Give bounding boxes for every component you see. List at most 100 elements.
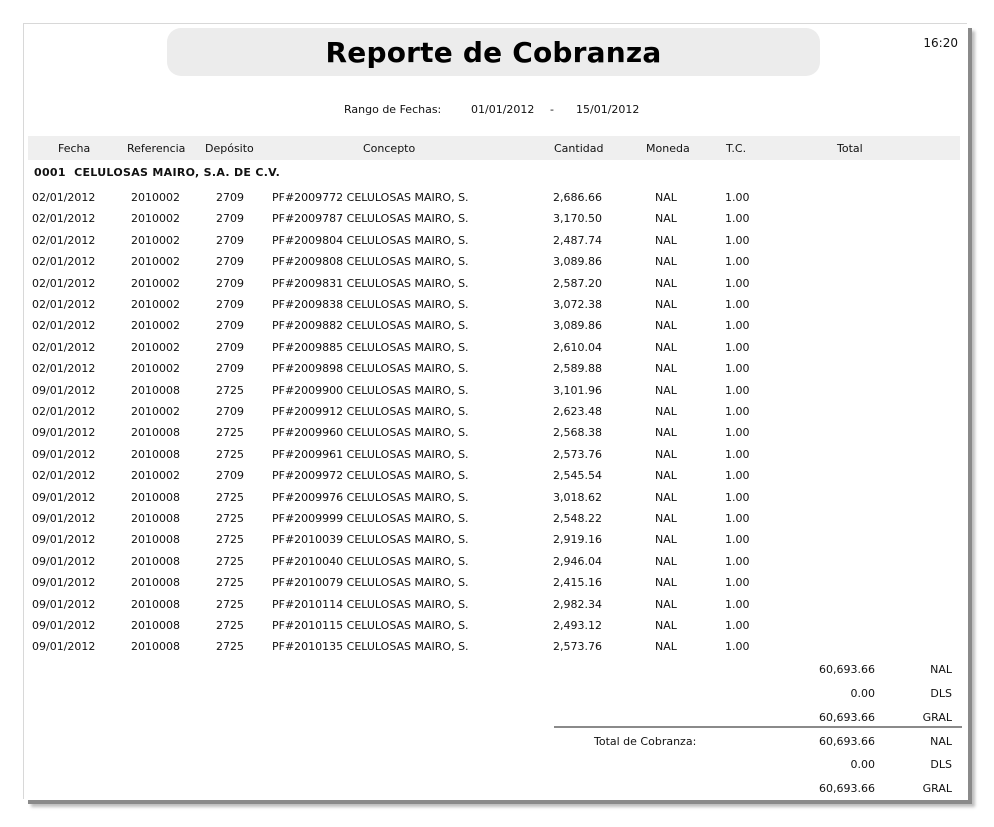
group-total-dls-currency: DLS [930, 687, 952, 700]
header-total: Total [837, 142, 863, 155]
cell-concepto: PF#2009900 CELULOSAS MAIRO, S. [272, 383, 469, 397]
cell-concepto: PF#2009961 CELULOSAS MAIRO, S. [272, 447, 469, 461]
cell-fecha: 02/01/2012 [32, 405, 96, 418]
cell-cantidad: 3,170.50 [553, 212, 602, 226]
cell-fecha: 09/01/2012 [32, 597, 96, 611]
header-deposito: Depósito [205, 142, 254, 155]
cell-moneda: NAL [655, 447, 677, 461]
cell-deposito: 2709 [216, 233, 244, 247]
cell-tc: 1.00 [725, 276, 750, 290]
cell-cantidad: 2,686.66 [553, 191, 602, 204]
cell-moneda: NAL [655, 512, 677, 525]
cell-cantidad: 2,610.04 [553, 340, 602, 354]
cell-referencia: 2010002 [131, 298, 180, 311]
cell-referencia: 2010002 [131, 340, 180, 354]
cell-fecha: 02/01/2012 [32, 233, 96, 247]
cell-referencia: 2010002 [131, 276, 180, 290]
cell-referencia: 2010008 [131, 490, 180, 504]
cell-moneda: NAL [655, 212, 677, 226]
cell-concepto: PF#2010135 CELULOSAS MAIRO, S. [272, 640, 469, 654]
cell-fecha: 09/01/2012 [32, 554, 96, 568]
cell-cantidad: 2,415.16 [553, 576, 602, 590]
cell-tc: 1.00 [725, 533, 750, 547]
cell-referencia: 2010002 [131, 233, 180, 247]
cell-moneda: NAL [655, 490, 677, 504]
table-row: 02/01/2012 2010002 2709 PF#2009912 CELULOSA… [24, 401, 968, 422]
cell-moneda: NAL [655, 298, 677, 311]
cell-concepto: PF#2009831 CELULOSAS MAIRO, S. [272, 276, 469, 290]
cell-deposito: 2709 [216, 212, 244, 226]
cell-concepto: PF#2009972 CELULOSAS MAIRO, S. [272, 469, 469, 483]
table-row: 09/01/2012 2010008 2725 PF#2010115 CELULOSA… [24, 615, 968, 636]
table-row: 09/01/2012 2010008 2725 PF#2009961 CELULOSA… [24, 444, 968, 465]
cell-deposito: 2725 [216, 490, 244, 504]
date-range-from: 01/01/2012 [471, 103, 535, 116]
cell-deposito: 2709 [216, 469, 244, 483]
cell-cantidad: 2,568.38 [553, 426, 602, 440]
cell-tc: 1.00 [725, 512, 750, 525]
cell-cantidad: 2,493.12 [553, 619, 602, 632]
cell-deposito: 2725 [216, 640, 244, 654]
cell-fecha: 02/01/2012 [32, 469, 96, 483]
cell-fecha: 02/01/2012 [32, 319, 96, 333]
cell-moneda: NAL [655, 255, 677, 269]
group-code: 0001 [34, 166, 66, 179]
cell-tc: 1.00 [725, 426, 750, 440]
grand-total-dls-currency: DLS [930, 758, 952, 771]
table-row: 09/01/2012 2010008 2725 PF#2009960 CELULOSA… [24, 422, 968, 443]
cell-referencia: 2010002 [131, 255, 180, 269]
cell-referencia: 2010008 [131, 533, 180, 547]
cell-deposito: 2725 [216, 447, 244, 461]
cell-referencia: 2010002 [131, 362, 180, 376]
cell-moneda: NAL [655, 619, 677, 632]
cell-concepto: PF#2009882 CELULOSAS MAIRO, S. [272, 319, 469, 333]
table-row: 09/01/2012 2010008 2725 PF#2009999 CELULOSA… [24, 508, 968, 529]
cell-referencia: 2010008 [131, 597, 180, 611]
cell-cantidad: 2,545.54 [553, 469, 602, 483]
cell-fecha: 09/01/2012 [32, 576, 96, 590]
cell-cantidad: 3,089.86 [553, 319, 602, 333]
cell-cantidad: 2,589.88 [553, 362, 602, 376]
cell-deposito: 2709 [216, 319, 244, 333]
table-row: 09/01/2012 2010008 2725 PF#2010079 CELULOSA… [24, 572, 968, 593]
header-moneda: Moneda [646, 142, 690, 155]
cell-fecha: 02/01/2012 [32, 340, 96, 354]
cell-fecha: 09/01/2012 [32, 619, 96, 632]
cell-fecha: 09/01/2012 [32, 383, 96, 397]
table-row: 02/01/2012 2010002 2709 PF#2009838 CELULOSA… [24, 294, 968, 315]
cell-moneda: NAL [655, 340, 677, 354]
cell-concepto: PF#2009808 CELULOSAS MAIRO, S. [272, 255, 469, 269]
cell-concepto: PF#2009999 CELULOSAS MAIRO, S. [272, 512, 469, 525]
table-row: 02/01/2012 2010002 2709 PF#2009831 CELULOSA… [24, 273, 968, 294]
cell-moneda: NAL [655, 319, 677, 333]
header-referencia: Referencia [127, 142, 186, 155]
cell-tc: 1.00 [725, 554, 750, 568]
group-total-dls-amount: 0.00 [850, 687, 876, 700]
date-range-separator: - [550, 103, 554, 116]
cell-moneda: NAL [655, 576, 677, 590]
cell-moneda: NAL [655, 597, 677, 611]
cell-tc: 1.00 [725, 597, 750, 611]
cell-moneda: NAL [655, 276, 677, 290]
cell-referencia: 2010008 [131, 640, 180, 654]
cell-cantidad: 2,587.20 [553, 276, 602, 290]
cell-tc: 1.00 [725, 298, 750, 311]
cell-tc: 1.00 [725, 233, 750, 247]
table-row: 09/01/2012 2010008 2725 PF#2009900 CELULOSA… [24, 380, 968, 401]
cell-referencia: 2010002 [131, 405, 180, 418]
cell-concepto: PF#2010115 CELULOSAS MAIRO, S. [272, 619, 469, 632]
cell-fecha: 09/01/2012 [32, 512, 96, 525]
cell-deposito: 2725 [216, 576, 244, 590]
cell-concepto: PF#2010039 CELULOSAS MAIRO, S. [272, 533, 469, 547]
cell-fecha: 09/01/2012 [32, 640, 96, 654]
grand-total-nal-amount: 60,693.66 [819, 735, 875, 748]
cell-cantidad: 2,919.16 [553, 533, 602, 547]
cell-referencia: 2010008 [131, 554, 180, 568]
table-header: Fecha Referencia Depósito Concepto Canti… [28, 136, 960, 160]
cell-concepto: PF#2009838 CELULOSAS MAIRO, S. [272, 298, 469, 311]
cell-cantidad: 2,623.48 [553, 405, 602, 418]
cell-tc: 1.00 [725, 255, 750, 269]
cell-moneda: NAL [655, 405, 677, 418]
title-banner: Reporte de Cobranza [167, 28, 820, 76]
table-row: 02/01/2012 2010002 2709 PF#2009972 CELULOSA… [24, 465, 968, 486]
